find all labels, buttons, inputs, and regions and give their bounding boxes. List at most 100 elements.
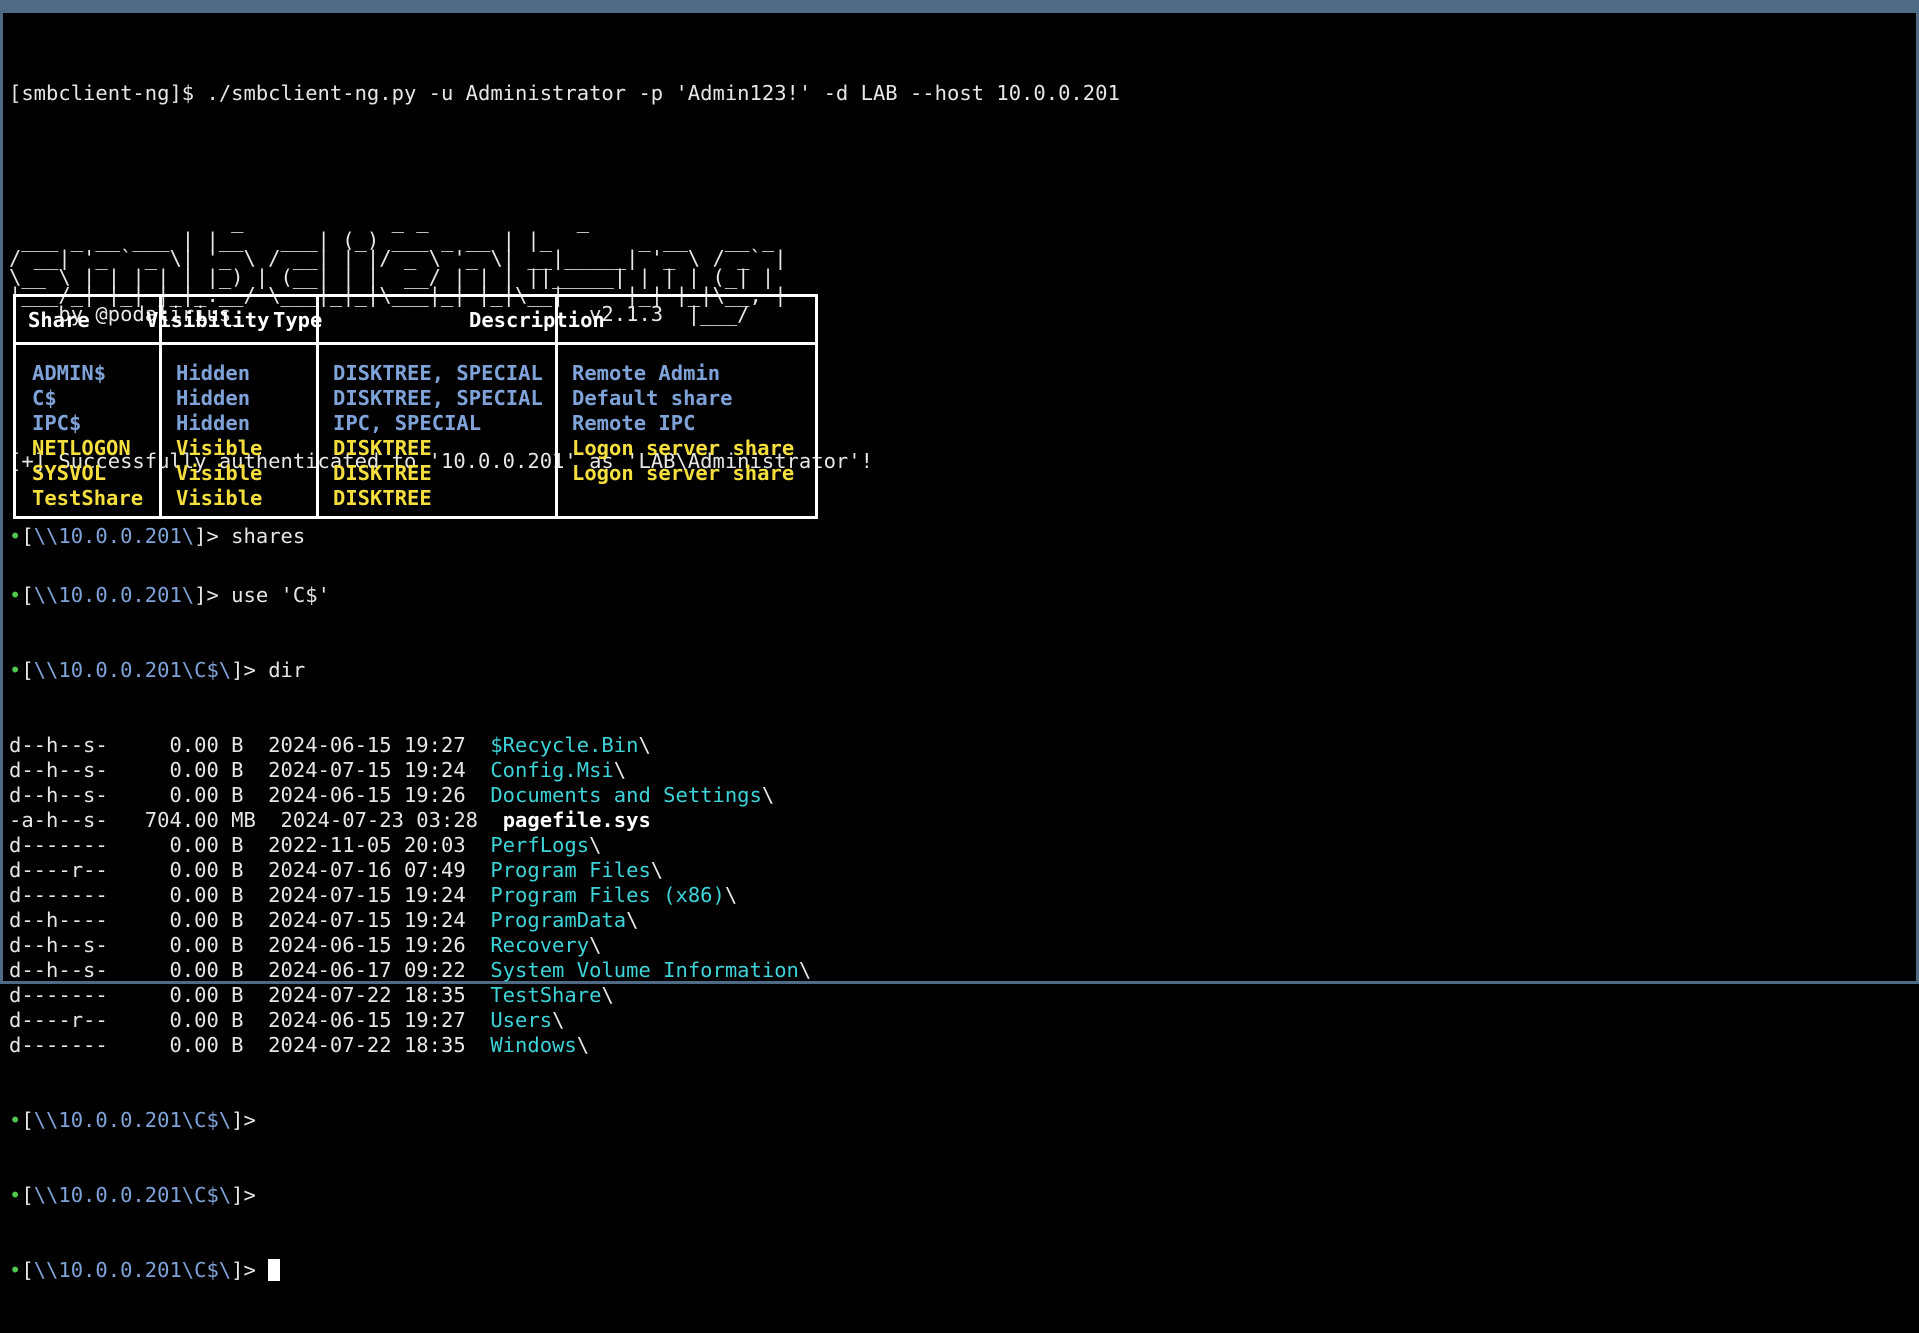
directory-name: PerfLogs <box>490 833 590 857</box>
table-cell-visibility: Visible <box>176 486 263 510</box>
command-line: [smbclient-ng]$ ./smbclient-ng.py -u Adm… <box>9 81 1120 105</box>
terminal-output-lower[interactable]: •[\\10.0.0.201\]> use 'C$' •[\\10.0.0.20… <box>9 533 811 1333</box>
file-meta: d--h--s- 0.00 B 2024-07-15 19:24 <box>9 758 491 782</box>
table-cell-description <box>572 486 794 511</box>
directory-name: Program Files (x86) <box>490 883 725 907</box>
file-meta: d------- 0.00 B 2024-07-22 18:35 <box>9 983 491 1007</box>
prompt-path: \\10.0.0.201\C$\ <box>33 1183 232 1207</box>
shares-table: Share Visibility Type Description ADMIN$… <box>13 294 818 519</box>
file-name: pagefile.sys <box>502 808 651 832</box>
table-cell-visibility: Hidden <box>176 361 251 385</box>
path-separator: \ <box>650 858 664 882</box>
path-separator: \ <box>724 883 738 907</box>
list-item: d------- 0.00 B 2024-07-22 18:35 Windows… <box>9 1033 811 1058</box>
directory-name: TestShare <box>490 983 602 1007</box>
file-meta: d--h--s- 0.00 B 2024-06-15 19:26 <box>9 933 491 957</box>
directory-name: System Volume Information <box>490 958 799 982</box>
prompt-path: \\10.0.0.201\C$\ <box>33 658 232 682</box>
table-cell-share: NETLOGON <box>32 436 131 460</box>
prompt-bullet: • <box>9 658 22 682</box>
file-meta: d--h--s- 0.00 B 2024-06-15 19:26 <box>9 783 491 807</box>
table-divider <box>159 297 162 516</box>
table-divider <box>555 297 558 516</box>
list-item: d------- 0.00 B 2024-07-22 18:35 TestSha… <box>9 983 811 1008</box>
list-item: -a-h--s- 704.00 MB 2024-07-23 03:28 page… <box>9 808 811 833</box>
file-meta: d------- 0.00 B 2024-07-22 18:35 <box>9 1033 491 1057</box>
path-separator: \ <box>761 783 775 807</box>
directory-name: Users <box>490 1008 553 1032</box>
table-cell-description: Remote IPC <box>572 411 696 435</box>
prompt-line: •[\\10.0.0.201\]> use 'C$' <box>9 583 330 607</box>
prompt-bullet: • <box>9 1258 22 1282</box>
path-separator: \ <box>552 1008 565 1032</box>
table-cell-share: SYSVOL <box>32 461 107 485</box>
list-item: d----r-- 0.00 B 2024-06-15 19:27 Users\ <box>9 1008 811 1033</box>
directory-name: Config.Msi <box>490 758 614 782</box>
column-share: ADMIN$ C$ IPC$ NETLOGON SYSVOL TestShare <box>32 361 143 511</box>
prompt-path: \\10.0.0.201\ <box>33 583 195 607</box>
path-separator: \ <box>589 833 602 857</box>
prompt-bullet: • <box>9 1183 22 1207</box>
list-item: d--h--s- 0.00 B 2024-07-15 19:24 Config.… <box>9 758 811 783</box>
list-item: d--h---- 0.00 B 2024-07-15 19:24 Program… <box>9 908 811 933</box>
column-visibility: Hidden Hidden Hidden Visible Visible Visible <box>176 361 262 511</box>
table-cell-share: C$ <box>32 386 57 410</box>
table-cell-visibility: Hidden <box>176 411 251 435</box>
table-cell-description: Logon server share <box>572 436 795 460</box>
path-separator: \ <box>798 958 812 982</box>
path-separator: \ <box>601 983 614 1007</box>
prompt-line: •[\\10.0.0.201\C$\]> <box>9 1108 256 1132</box>
prompt-line: •[\\10.0.0.201\C$\]> dir <box>9 658 306 682</box>
list-item: d--h--s- 0.00 B 2024-06-17 09:22 System … <box>9 958 811 983</box>
table-cell-visibility: Visible <box>176 436 263 460</box>
directory-name: $Recycle.Bin <box>490 733 639 757</box>
directory-name: Windows <box>490 1033 577 1057</box>
terminal-window: [smbclient-ng]$ ./smbclient-ng.py -u Adm… <box>0 0 1919 1282</box>
header-visibility: Visibility <box>146 308 270 332</box>
file-meta: d--h--s- 0.00 B 2024-06-17 09:22 <box>9 958 491 982</box>
path-separator: \ <box>613 758 627 782</box>
table-cell-share: TestShare <box>32 486 144 510</box>
file-meta: -a-h--s- 704.00 MB 2024-07-23 03:28 <box>9 808 503 832</box>
file-meta: d------- 0.00 B 2024-07-15 19:24 <box>9 883 491 907</box>
prompt-bullet: • <box>9 1108 22 1132</box>
list-item: d------- 0.00 B 2022-11-05 20:03 PerfLog… <box>9 833 811 858</box>
text-cursor <box>268 1259 281 1281</box>
table-cell-description: Default share <box>572 386 733 410</box>
table-cell-visibility: Hidden <box>176 386 251 410</box>
command-text: use 'C$' <box>231 583 330 607</box>
table-cell-type: IPC, SPECIAL <box>333 411 482 435</box>
table-cell-visibility: Visible <box>176 461 263 485</box>
table-cell-type: DISKTREE <box>333 436 432 460</box>
path-separator: \ <box>576 1033 590 1057</box>
path-separator: \ <box>638 733 651 757</box>
column-description: Remote Admin Default share Remote IPC Logon… <box>572 361 794 511</box>
file-meta: d----r-- 0.00 B 2024-06-15 19:27 <box>9 1008 491 1032</box>
prompt-path: \\10.0.0.201\C$\ <box>33 1108 232 1132</box>
header-description: Description <box>469 308 605 332</box>
directory-name: ProgramData <box>490 908 627 932</box>
prompt-bullet: • <box>9 583 22 607</box>
file-meta: d--h--s- 0.00 B 2024-06-15 19:27 <box>9 733 491 757</box>
table-cell-type: DISKTREE, SPECIAL <box>333 386 543 410</box>
table-cell-description: Logon server share <box>572 461 795 485</box>
prompt-line: •[\\10.0.0.201\C$\]> <box>9 1183 256 1207</box>
file-meta: d--h---- 0.00 B 2024-07-15 19:24 <box>9 908 491 932</box>
list-item: d--h--s- 0.00 B 2024-06-15 19:26 Recover… <box>9 933 811 958</box>
command-text: dir <box>268 658 306 682</box>
file-meta: d------- 0.00 B 2022-11-05 20:03 <box>9 833 491 857</box>
table-cell-share: ADMIN$ <box>32 361 107 385</box>
list-item: d------- 0.00 B 2024-07-15 19:24 Program… <box>9 883 811 908</box>
header-type: Type <box>273 308 323 332</box>
active-prompt-line[interactable]: •[\\10.0.0.201\C$\]> <box>9 1258 811 1283</box>
table-cell-type: DISKTREE <box>333 461 432 485</box>
list-item: d--h--s- 0.00 B 2024-06-15 19:26 Documen… <box>9 783 811 808</box>
directory-name: Documents and Settings <box>490 783 762 807</box>
table-cell-type: DISKTREE, SPECIAL <box>333 361 543 385</box>
table-cell-share: IPC$ <box>32 411 82 435</box>
directory-name: Recovery <box>490 933 590 957</box>
list-item: d----r-- 0.00 B 2024-07-16 07:49 Program… <box>9 858 811 883</box>
directory-listing: d--h--s- 0.00 B 2024-06-15 19:27 $Recycl… <box>9 733 811 1058</box>
table-divider <box>316 297 319 516</box>
table-cell-description: Remote Admin <box>572 361 721 385</box>
